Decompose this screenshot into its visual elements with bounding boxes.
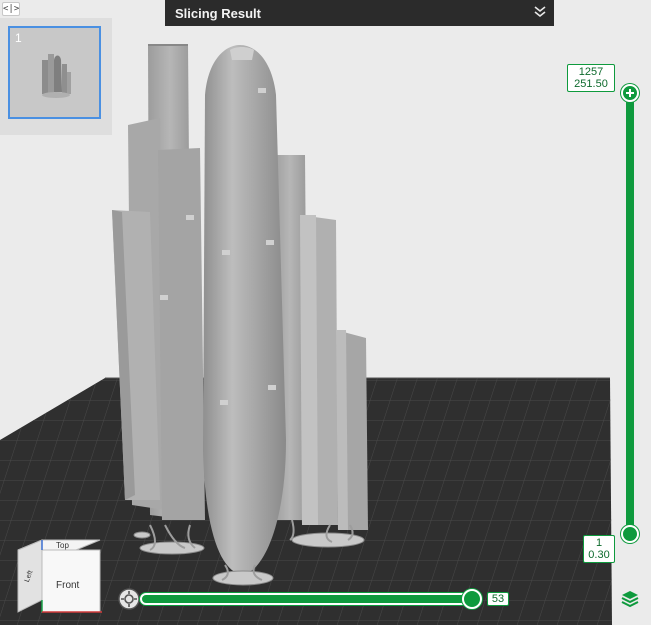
bottom-layer-handle[interactable]: [621, 525, 639, 543]
bottom-layer-height: 0.30: [588, 549, 610, 561]
top-layer-label: 1257 251.50: [567, 64, 615, 92]
bottom-layer-number: 1: [595, 537, 603, 549]
layers-icon[interactable]: [620, 589, 640, 609]
collapse-icon[interactable]: <|>: [2, 2, 20, 16]
layer-range-slider[interactable]: [626, 92, 634, 534]
double-chevron-down-icon[interactable]: [532, 3, 548, 21]
sliced-model: [112, 44, 368, 586]
move-slider-value: 53: [487, 592, 509, 606]
slicing-result-header: Slicing Result: [165, 0, 554, 26]
slicing-result-title: Slicing Result: [175, 6, 261, 21]
view-cube-front[interactable]: Front: [56, 580, 80, 591]
bottom-layer-label: 1 0.30: [583, 535, 615, 563]
plate-index: 1: [15, 31, 22, 45]
move-slider[interactable]: [140, 593, 476, 605]
top-layer-handle[interactable]: [621, 84, 639, 102]
view-cube[interactable]: Top Front Left: [14, 536, 104, 616]
gear-icon[interactable]: [118, 588, 140, 610]
top-layer-height: 251.50: [574, 78, 608, 90]
plate-preview: [42, 54, 71, 98]
plate-thumbnail[interactable]: 1: [8, 26, 101, 119]
move-slider-handle[interactable]: [462, 589, 482, 609]
plate-list: 1: [0, 18, 112, 135]
view-cube-top[interactable]: Top: [56, 541, 69, 550]
top-layer-number: 1257: [578, 66, 604, 78]
